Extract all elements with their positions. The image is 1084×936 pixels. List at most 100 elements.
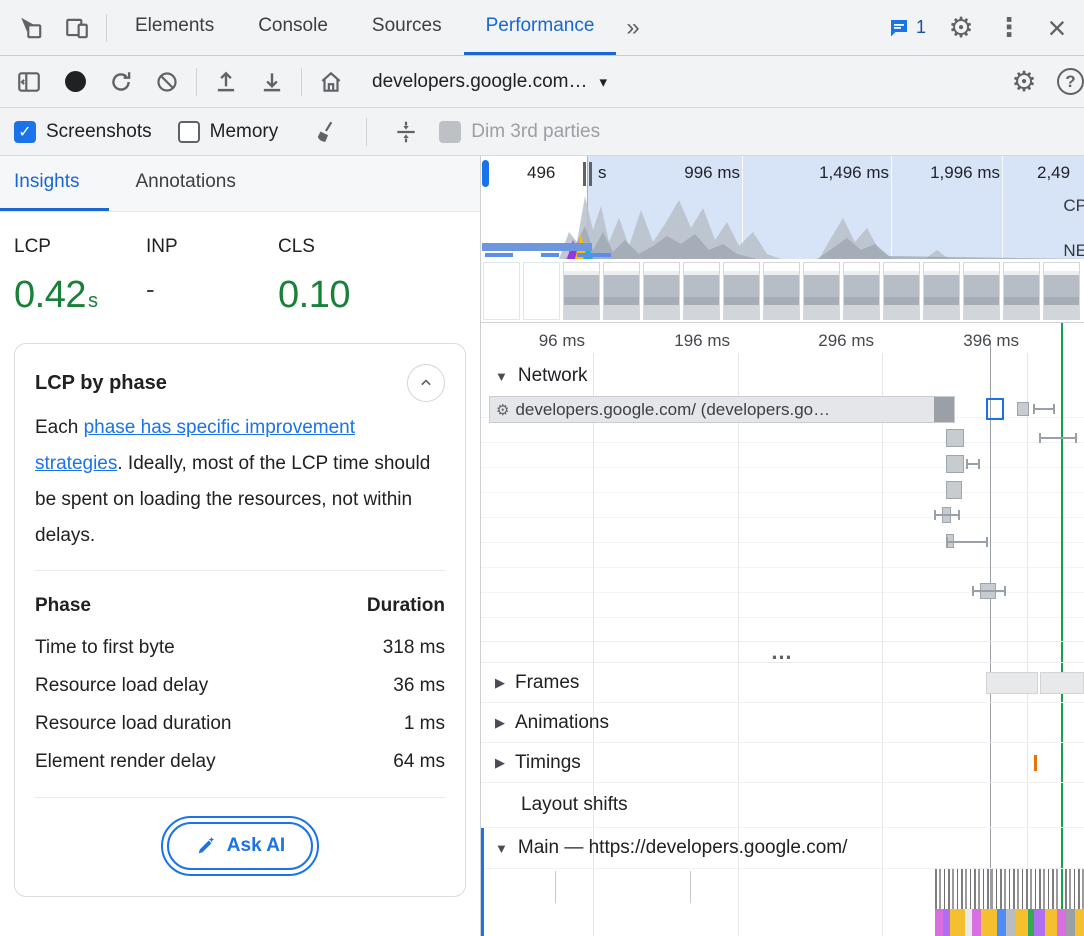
reload-and-record-button[interactable]: [98, 69, 144, 95]
main-menu-button[interactable]: ⋮: [986, 12, 1032, 43]
tab-sources[interactable]: Sources: [350, 0, 464, 55]
screenshot-thumbnail[interactable]: [763, 262, 800, 320]
card-title: LCP by phase: [35, 372, 167, 395]
track-main-label: Main — https://developers.google.com/: [518, 837, 848, 859]
track-network-header[interactable]: ▼ Network: [481, 359, 1084, 393]
upload-profile-button[interactable]: [203, 69, 249, 95]
screenshot-thumbnail[interactable]: [1003, 262, 1040, 320]
screenshot-thumbnail[interactable]: [963, 262, 1000, 320]
screenshot-filmstrip: [483, 262, 1080, 320]
reload-icon: [108, 69, 134, 95]
settings-button[interactable]: ⚙: [938, 14, 984, 42]
tab-performance[interactable]: Performance: [464, 0, 617, 55]
collapse-tracks-button[interactable]: [383, 119, 429, 145]
track-animations[interactable]: ▶ Animations: [481, 703, 1084, 743]
screenshots-checkbox[interactable]: ✓: [14, 121, 36, 143]
request-endcap: [934, 397, 954, 422]
divider: [35, 797, 445, 798]
dim-3rd-parties-label: Dim 3rd parties: [471, 121, 600, 143]
check-icon: ✓: [18, 122, 31, 142]
tab-elements[interactable]: Elements: [113, 0, 236, 55]
metric-unit: s: [88, 290, 98, 312]
metric-label: LCP: [14, 236, 146, 258]
show-hidden-tracks-button[interactable]: …: [481, 641, 1084, 663]
main-flame-chart[interactable]: [481, 869, 1084, 936]
screenshot-thumbnail[interactable]: [483, 262, 520, 320]
screenshot-thumbnail[interactable]: [803, 262, 840, 320]
track-layout-shifts[interactable]: Layout shifts: [481, 783, 1084, 828]
phase-name: Time to first byte: [35, 637, 175, 659]
toggle-sidebar-button[interactable]: [6, 69, 52, 95]
ask-ai-button[interactable]: Ask AI: [167, 822, 313, 870]
screenshot-thumbnail[interactable]: [843, 262, 880, 320]
memory-label: Memory: [210, 121, 279, 143]
screenshot-thumbnail[interactable]: [563, 262, 600, 320]
collapse-card-button[interactable]: [407, 364, 445, 402]
network-overview-segment: [485, 253, 513, 257]
collect-garbage-button[interactable]: [304, 119, 350, 145]
network-overview-segment: [577, 253, 611, 257]
inspect-element-button[interactable]: [8, 0, 54, 55]
frame-block[interactable]: [986, 672, 1038, 694]
timing-marker[interactable]: [1034, 755, 1037, 771]
tab-insights[interactable]: Insights: [0, 156, 109, 211]
flame-chart-tasks[interactable]: [935, 869, 1084, 909]
track-timings[interactable]: ▶ Timings: [481, 743, 1084, 783]
clear-recording-button[interactable]: [144, 70, 190, 94]
window-left-handle[interactable]: [482, 160, 489, 187]
capture-settings-button[interactable]: ⚙: [1001, 68, 1047, 96]
question-mark-icon: ?: [1065, 72, 1075, 92]
ask-ai-icon: [195, 835, 217, 857]
screenshot-thumbnail[interactable]: [883, 262, 920, 320]
lcp-by-phase-card: LCP by phase Each phase has specific imp…: [14, 343, 466, 897]
close-icon: ×: [1048, 12, 1067, 44]
dim-3rd-parties-checkbox[interactable]: [439, 121, 461, 143]
triangle-expanded-icon: ▼: [495, 841, 508, 856]
screenshot-thumbnail[interactable]: [683, 262, 720, 320]
help-button[interactable]: ?: [1057, 68, 1084, 95]
download-profile-button[interactable]: [249, 69, 295, 95]
cpu-lane-label: CP: [1063, 196, 1084, 216]
network-request-bar[interactable]: [946, 429, 964, 447]
screenshot-thumbnail[interactable]: [643, 262, 680, 320]
screenshot-thumbnail[interactable]: [723, 262, 760, 320]
page-selector-dropdown[interactable]: developers.google.com… ▾: [372, 71, 607, 93]
close-devtools-button[interactable]: ×: [1034, 12, 1080, 44]
ellipsis-icon: …: [771, 639, 795, 665]
track-frames[interactable]: ▶ Frames: [481, 663, 1084, 703]
screenshot-thumbnail[interactable]: [923, 262, 960, 320]
track-main-header[interactable]: ▼ Main — https://developers.google.com/: [481, 828, 1084, 869]
memory-checkbox[interactable]: [178, 121, 200, 143]
device-toolbar-button[interactable]: [54, 0, 100, 55]
screenshot-thumbnail[interactable]: [523, 262, 560, 320]
panel-tabs: Elements Console Sources Performance: [113, 0, 616, 55]
flame-chart-activity[interactable]: [935, 909, 1084, 936]
triangle-expanded-icon: ▼: [495, 369, 508, 384]
tab-console[interactable]: Console: [236, 0, 350, 55]
more-tabs-button[interactable]: »: [616, 0, 649, 55]
chevron-up-icon: [416, 373, 436, 393]
collect-garbage-icon: [314, 119, 340, 145]
tab-annotations[interactable]: Annotations: [109, 156, 261, 211]
network-request-bar[interactable]: [986, 398, 1004, 420]
overview-time-label: 1,496 ms: [819, 163, 889, 183]
window-right-handle[interactable]: [580, 162, 595, 186]
metric-inp: INP -: [146, 236, 278, 317]
ruler-label: 196 ms: [674, 331, 730, 351]
screenshot-thumbnail[interactable]: [603, 262, 640, 320]
screenshot-thumbnail[interactable]: [1043, 262, 1080, 320]
issues-counter-button[interactable]: 1: [877, 16, 936, 40]
network-request-bar[interactable]: [946, 481, 962, 499]
network-lane-label: NE: [1063, 241, 1084, 259]
network-request-bar[interactable]: [946, 455, 964, 473]
selected-track-indicator: [481, 828, 484, 936]
network-request-bar[interactable]: ⚙ developers.google.com/ (developers.go…: [489, 396, 955, 423]
metric-label: CLS: [278, 236, 410, 258]
overview-strip[interactable]: 496 s 996 ms 1,496 ms 1,996 ms 2,49 CP N…: [481, 156, 1084, 259]
phase-duration: 318 ms: [383, 637, 445, 659]
network-request-bar[interactable]: [1017, 402, 1029, 416]
frame-block[interactable]: [1040, 672, 1084, 694]
timeline-overview[interactable]: 496 s 996 ms 1,496 ms 1,996 ms 2,49 CP N…: [481, 156, 1084, 322]
home-button[interactable]: [308, 69, 354, 95]
record-button[interactable]: [52, 71, 98, 92]
